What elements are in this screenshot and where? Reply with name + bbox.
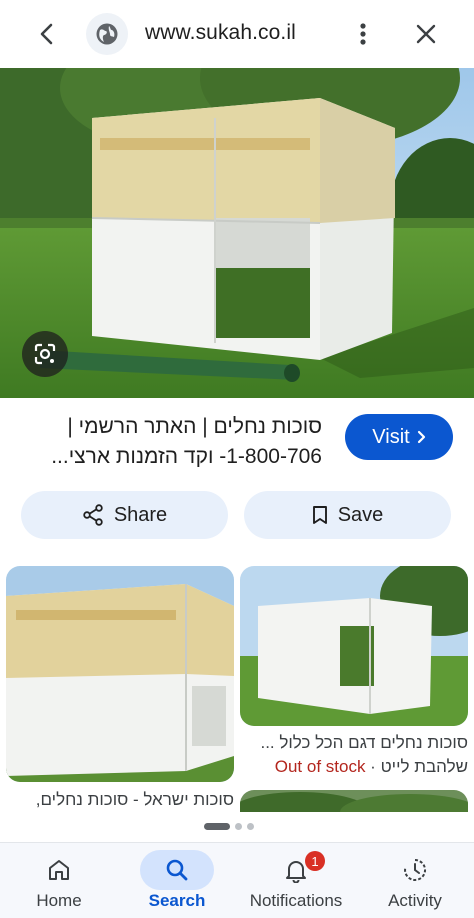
more-vert-icon — [360, 23, 366, 45]
chevron-left-icon — [40, 23, 53, 45]
bottom-navigation: Home Search 1 Notifications Activity — [0, 842, 474, 918]
visit-label: Visit — [372, 425, 410, 448]
save-button[interactable]: Save — [244, 491, 451, 539]
sukkah-tent-image — [0, 68, 474, 398]
url-text[interactable]: www.sukah.co.il — [145, 21, 296, 45]
search-active-indicator — [140, 850, 214, 890]
nav-home-label: Home — [36, 891, 82, 910]
close-button[interactable] — [410, 18, 442, 50]
related-caption-1[interactable]: סוכות ישראל - סוכות נחלים, — [6, 790, 234, 810]
related-image-2[interactable] — [240, 566, 468, 726]
save-label: Save — [337, 503, 384, 526]
activity-icon — [404, 858, 427, 881]
bookmark-icon — [312, 506, 327, 524]
globe-icon — [96, 23, 118, 45]
google-lens-icon — [34, 343, 56, 365]
page-dot-active — [204, 823, 230, 830]
result-title[interactable]: סוכות נחלים | האתר הרשמי | 1-800-706- וק… — [22, 412, 322, 472]
search-icon — [166, 859, 188, 881]
nav-activity[interactable]: Activity — [356, 843, 474, 918]
share-label: Share — [113, 503, 168, 526]
browser-top-bar: www.sukah.co.il — [0, 0, 474, 68]
share-icon — [83, 504, 103, 526]
page-dot — [235, 823, 242, 830]
main-result-image[interactable] — [0, 68, 474, 398]
site-info-button[interactable] — [86, 13, 128, 55]
result-title-line-2: 1-800-706- וקד הזמנות ארצי... — [51, 445, 322, 468]
nav-search-label: Search — [148, 891, 206, 910]
pagination-dots — [204, 823, 254, 830]
related-merchant-2: שלהבת לייט · Out of stock — [240, 757, 468, 777]
separator: · — [365, 757, 381, 776]
lens-search-button[interactable] — [22, 331, 68, 377]
related-caption-2[interactable]: סוכות נחלים דגם הכל כלול ... — [240, 733, 468, 753]
close-icon — [416, 24, 436, 44]
nav-activity-label: Activity — [388, 891, 442, 910]
home-icon — [49, 860, 69, 880]
page-dot — [247, 823, 254, 830]
nav-home[interactable]: Home — [0, 843, 118, 918]
sukkah-white-image — [240, 566, 468, 726]
more-options-button[interactable] — [350, 18, 376, 50]
visit-button[interactable]: Visit — [345, 414, 453, 460]
nav-search[interactable]: Search — [118, 843, 236, 918]
result-title-line-1: סוכות נחלים | האתר הרשמי | — [67, 415, 322, 438]
nav-notifications[interactable]: 1 Notifications — [237, 843, 355, 918]
related-image-1[interactable] — [6, 566, 234, 782]
merchant-name: שלהבת לייט — [380, 757, 468, 776]
back-button[interactable] — [30, 18, 62, 50]
nav-notifications-label: Notifications — [249, 891, 343, 910]
share-button[interactable]: Share — [21, 491, 228, 539]
chevron-right-icon — [417, 430, 425, 444]
notification-badge: 1 — [305, 851, 325, 871]
sukkah-wide-image — [6, 566, 234, 782]
trees-image — [240, 790, 468, 812]
related-image-3[interactable] — [240, 790, 468, 812]
out-of-stock-label: Out of stock — [274, 757, 366, 776]
